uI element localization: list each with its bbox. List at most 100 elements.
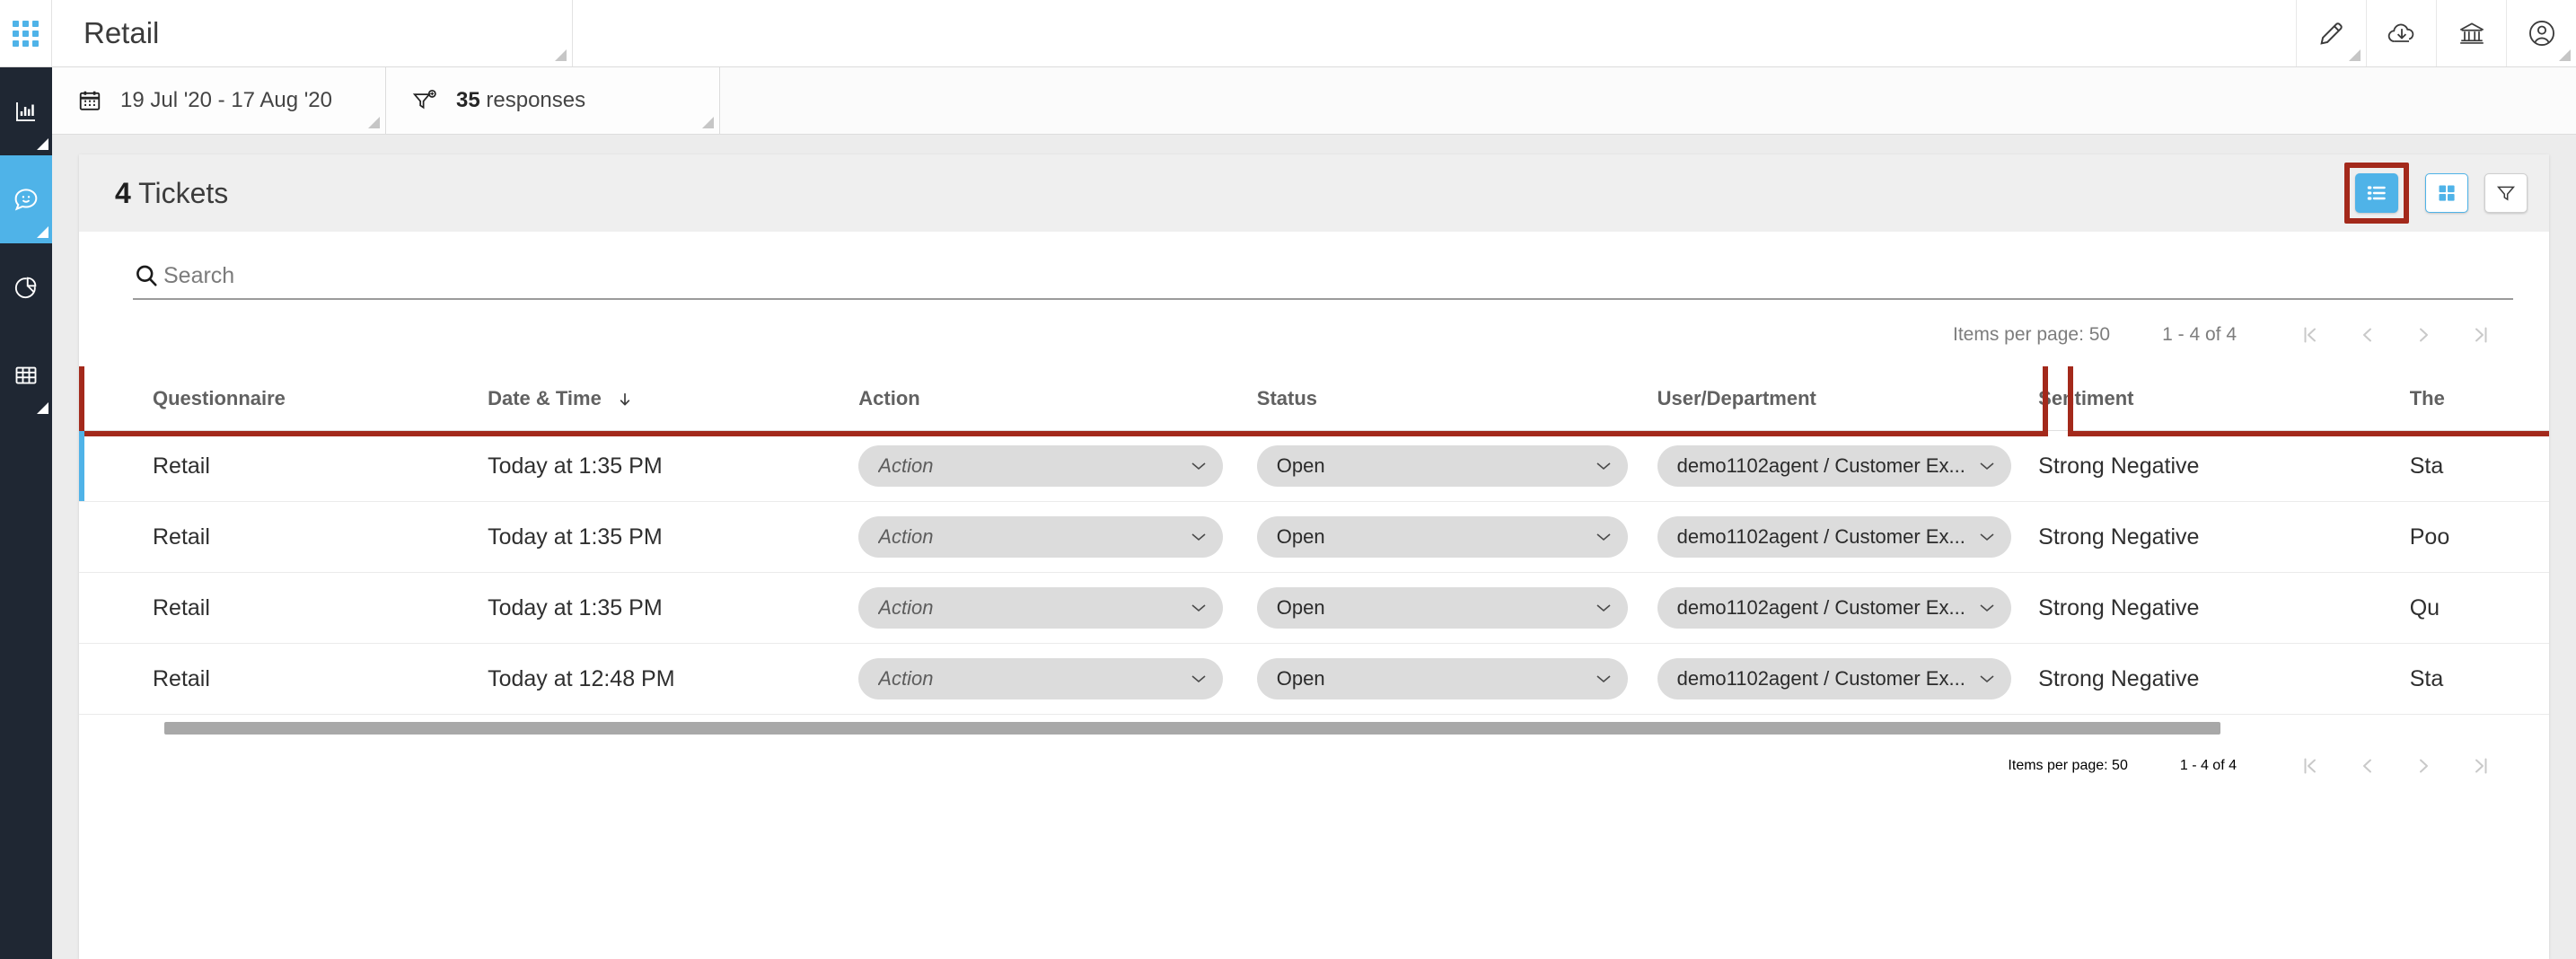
status-dropdown-value: Open xyxy=(1276,525,1325,548)
user-department-dropdown[interactable]: demo1102agent / Customer Ex... xyxy=(1657,445,2012,487)
sidebar-item-analytics[interactable] xyxy=(0,243,52,331)
status-dropdown[interactable]: Open xyxy=(1256,445,1628,487)
cloud-download-icon xyxy=(2387,23,2413,42)
status-dropdown[interactable]: Open xyxy=(1256,658,1628,699)
filter-button[interactable] xyxy=(2484,173,2528,213)
first-page-button[interactable] xyxy=(2298,754,2321,778)
previous-page-button[interactable] xyxy=(2355,754,2378,778)
action-dropdown[interactable]: Action xyxy=(858,587,1223,629)
user-department-dropdown[interactable]: demo1102agent / Customer Ex... xyxy=(1657,587,2012,629)
user-department-dropdown[interactable]: demo1102agent / Customer Ex... xyxy=(1657,516,2012,558)
status-dropdown[interactable]: Open xyxy=(1256,587,1628,629)
cell-questionnaire: Retail xyxy=(153,665,210,691)
resize-corner-icon xyxy=(37,226,48,238)
last-page-icon xyxy=(2475,327,2487,343)
responses-filter[interactable]: 35 responses xyxy=(386,67,720,134)
list-view-highlight xyxy=(2344,163,2409,224)
grid-view-button[interactable] xyxy=(2425,173,2468,213)
table-row[interactable]: Retail Today at 1:35 PM Action Open demo… xyxy=(79,573,2549,644)
chevron-down-icon xyxy=(1596,675,1611,683)
column-header-action[interactable]: Action xyxy=(826,387,1223,410)
status-dropdown-value: Open xyxy=(1276,596,1325,619)
action-dropdown[interactable]: Action xyxy=(858,445,1223,487)
resize-corner-icon xyxy=(2349,49,2361,61)
cell-theme: Poo xyxy=(2409,523,2450,550)
tickets-label: Tickets xyxy=(138,176,229,209)
left-sidebar xyxy=(0,67,52,959)
search-area: Search xyxy=(79,232,2549,300)
column-header-status[interactable]: Status xyxy=(1223,387,1628,410)
user-department-dropdown-value: demo1102agent / Customer Ex... xyxy=(1676,596,1965,619)
download-button[interactable] xyxy=(2366,0,2436,66)
table-row[interactable]: Retail Today at 1:35 PM Action Open demo… xyxy=(79,502,2549,573)
action-dropdown-value: Action xyxy=(878,667,934,690)
sidebar-item-feedback[interactable] xyxy=(0,155,52,243)
items-per-page-label[interactable]: Items per page: 50 xyxy=(2008,758,2127,774)
apps-launcher-button[interactable] xyxy=(0,0,52,66)
column-header-datetime-label: Date & Time xyxy=(488,386,602,409)
cell-datetime: Today at 12:48 PM xyxy=(488,665,675,691)
user-account-icon xyxy=(2528,21,2554,46)
last-page-button[interactable] xyxy=(2470,323,2493,347)
pagination-buttons xyxy=(2298,323,2493,347)
table-row[interactable]: Retail Today at 12:48 PM Action Open dem… xyxy=(79,644,2549,715)
column-header-sentiment[interactable]: Sentiment xyxy=(2011,387,2383,410)
responses-count: 35 xyxy=(456,88,480,112)
chevron-down-icon xyxy=(1596,604,1611,612)
next-page-button[interactable] xyxy=(2413,754,2436,778)
cell-theme: Sta xyxy=(2409,665,2444,691)
tickets-count: 4 xyxy=(115,176,131,209)
account-button[interactable] xyxy=(2506,0,2576,66)
column-header-theme[interactable]: The xyxy=(2383,387,2549,410)
edit-button[interactable] xyxy=(2296,0,2366,66)
body-row: 19 Jul '20 - 17 Aug '20 35 responses 4 T… xyxy=(0,67,2576,959)
search-field[interactable]: Search xyxy=(133,262,2513,300)
column-header-questionnaire[interactable]: Questionnaire xyxy=(79,387,454,410)
resize-corner-icon xyxy=(2559,49,2571,61)
first-page-icon xyxy=(2304,327,2316,343)
previous-page-button[interactable] xyxy=(2355,323,2378,347)
cell-status: Open xyxy=(1223,445,1628,487)
table-row[interactable]: Retail Today at 1:35 PM Action Open demo… xyxy=(79,431,2549,502)
items-per-page-label[interactable]: Items per page: 50 xyxy=(1953,324,2110,346)
cell-action: Action xyxy=(826,445,1223,487)
cell-user-department: demo1102agent / Customer Ex... xyxy=(1628,587,2012,629)
sidebar-item-dashboard[interactable] xyxy=(0,67,52,155)
cell-status: Open xyxy=(1223,587,1628,629)
search-icon xyxy=(136,265,157,286)
resize-corner-icon xyxy=(37,402,48,414)
sort-descending-arrow-icon xyxy=(620,392,630,405)
next-page-button[interactable] xyxy=(2413,323,2436,347)
page-range-label: 1 - 4 of 4 xyxy=(2162,324,2237,345)
cell-datetime: Today at 1:35 PM xyxy=(488,594,663,620)
resize-corner-icon xyxy=(702,117,714,128)
first-page-button[interactable] xyxy=(2298,323,2321,347)
responses-word: responses xyxy=(486,88,586,112)
page-title-cell[interactable]: Retail xyxy=(52,0,573,66)
column-header-user-department[interactable]: User/Department xyxy=(1628,387,2012,410)
user-department-dropdown-value: demo1102agent / Customer Ex... xyxy=(1676,667,1965,690)
status-dropdown[interactable]: Open xyxy=(1256,516,1628,558)
horizontal-scrollbar[interactable] xyxy=(164,722,2549,735)
date-range-filter[interactable]: 19 Jul '20 - 17 Aug '20 xyxy=(52,67,386,134)
panel-header: 4 Tickets xyxy=(79,154,2549,232)
organization-button[interactable] xyxy=(2436,0,2506,66)
sidebar-item-data-table[interactable] xyxy=(0,331,52,419)
action-dropdown[interactable]: Action xyxy=(858,516,1223,558)
first-page-icon xyxy=(2304,758,2316,774)
cell-questionnaire: Retail xyxy=(153,453,210,479)
action-dropdown[interactable]: Action xyxy=(858,658,1223,699)
filter-strip: 19 Jul '20 - 17 Aug '20 35 responses xyxy=(52,67,2576,135)
horizontal-scrollbar-thumb[interactable] xyxy=(164,722,2220,735)
user-department-dropdown[interactable]: demo1102agent / Customer Ex... xyxy=(1657,658,2012,699)
cell-action: Action xyxy=(826,587,1223,629)
calendar-icon xyxy=(79,91,101,110)
edit-pencil-icon xyxy=(2319,22,2343,45)
list-view-button[interactable] xyxy=(2355,173,2398,213)
bar-chart-icon xyxy=(16,102,35,121)
chevron-down-icon xyxy=(1191,604,1206,612)
last-page-button[interactable] xyxy=(2470,754,2493,778)
column-header-datetime[interactable]: Date & Time xyxy=(454,387,826,410)
table-grid-icon xyxy=(15,366,37,384)
